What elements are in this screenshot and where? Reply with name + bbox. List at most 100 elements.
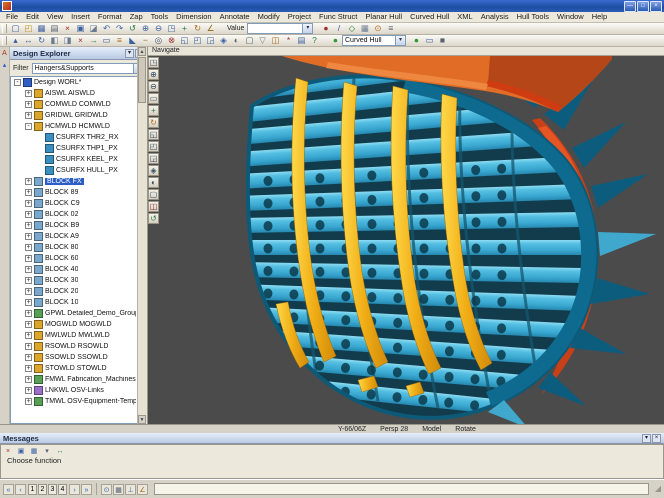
point-icon[interactable]: ● (319, 23, 332, 34)
properties-icon[interactable]: ▤ (295, 35, 308, 46)
tree-item[interactable]: -Design WORL* (11, 77, 146, 88)
chevron-down-icon[interactable]: ▾ (395, 36, 405, 45)
tree-expander[interactable]: + (25, 343, 32, 350)
tree-item[interactable]: +BLOCK A9 (11, 231, 146, 242)
tree-item[interactable]: +AISWL AISWLD (11, 88, 146, 99)
page-button-3[interactable]: 3 (48, 484, 57, 495)
tree-item[interactable]: +GPWL Detailed_Demo_Groups (11, 308, 146, 319)
tree-item[interactable]: +MWLWLD MWLWLD (11, 330, 146, 341)
tree-item[interactable]: +GRIDWL GRIDWLD (11, 110, 146, 121)
tree-item[interactable]: CSURFX KEEL_PX (11, 154, 146, 165)
chevron-down-icon[interactable]: ▾ (302, 24, 312, 33)
panel-menu-icon[interactable]: ▾ (125, 49, 134, 58)
help-tool-icon[interactable]: ? (308, 35, 321, 46)
curved-hull-combo[interactable]: Curved Hull ▾ (342, 35, 406, 46)
tree-item[interactable]: +BLOCK 89 (11, 187, 146, 198)
tree-expander[interactable]: + (25, 90, 32, 97)
side-view-icon[interactable]: ◲ (148, 153, 159, 164)
shade-mode-icon[interactable]: ◐ (148, 177, 159, 188)
close-icon[interactable]: × (652, 434, 661, 443)
panel-menu-icon[interactable]: ▾ (642, 434, 651, 443)
tree-item[interactable]: CSURFX THR2_RX (11, 132, 146, 143)
tree-item[interactable]: +BLOCK B9 (11, 220, 146, 231)
menu-format[interactable]: Format (94, 12, 126, 22)
tree-item[interactable]: +TMWL OSV-Equipment-Templates (11, 396, 146, 407)
hide-icon[interactable]: ▽ (256, 35, 269, 46)
shade-icon[interactable]: ◐ (230, 35, 243, 46)
tree-item[interactable]: +FMWL Fabrication_Machines (11, 374, 146, 385)
tree-expander[interactable]: + (25, 189, 32, 196)
menu-annotate[interactable]: Annotate (216, 12, 254, 22)
menu-xml[interactable]: XML (453, 12, 476, 22)
trim-icon[interactable]: × (74, 35, 87, 46)
undo-icon[interactable]: ↶ (100, 23, 113, 34)
top-view-icon[interactable]: ◰ (191, 35, 204, 46)
iso-view-icon[interactable]: ◈ (217, 35, 230, 46)
tree-expander[interactable]: + (25, 112, 32, 119)
line-icon[interactable]: / (332, 23, 345, 34)
redo-icon[interactable]: ↷ (113, 23, 126, 34)
scroll-up-icon[interactable]: ▲ (138, 47, 146, 56)
close-button[interactable]: × (650, 1, 662, 12)
tree-expander[interactable]: + (25, 233, 32, 240)
tree-item[interactable]: CSURFX THP1_PX (11, 143, 146, 154)
menu-hull-tools[interactable]: Hull Tools (513, 12, 553, 22)
front-view-icon[interactable]: ◱ (178, 35, 191, 46)
explorer-scrollbar[interactable]: ▲ ▼ (137, 47, 147, 424)
rotate-view-icon[interactable]: ↻ (191, 23, 204, 34)
tree-expander[interactable]: + (25, 365, 32, 372)
select-icon[interactable]: ▴ (9, 35, 22, 46)
tree-item[interactable]: +BLOCK 60 (11, 253, 146, 264)
tree-item[interactable]: +BLOCK 20 (11, 286, 146, 297)
wireframe-mode-icon[interactable]: ▢ (148, 189, 159, 200)
extend-icon[interactable]: → (87, 35, 100, 46)
edit-icon[interactable]: ▭ (423, 35, 436, 46)
tree-expander[interactable]: + (25, 288, 32, 295)
print-icon[interactable]: ▤ (48, 23, 61, 34)
move-icon[interactable]: ↔ (22, 35, 35, 46)
wireframe-icon[interactable]: ▢ (243, 35, 256, 46)
clip-icon[interactable]: ◫ (269, 35, 282, 46)
scroll-down-icon[interactable]: ▼ (138, 415, 146, 424)
menu-insert[interactable]: Insert (67, 12, 94, 22)
clear-icon[interactable]: × (3, 447, 13, 456)
tree-expander[interactable]: + (25, 354, 32, 361)
measure-icon[interactable]: ∠ (204, 23, 217, 34)
clip-view-icon[interactable]: ◫ (148, 201, 159, 212)
new-icon[interactable]: ▢ (9, 23, 22, 34)
wrap-icon[interactable]: ↔ (55, 447, 65, 456)
tree-item[interactable]: +BLOCK 10 (11, 297, 146, 308)
tree-expander[interactable]: + (25, 277, 32, 284)
zoom-fit-icon[interactable]: ◳ (148, 57, 159, 68)
front-view-icon[interactable]: ◱ (148, 129, 159, 140)
status-ok-icon[interactable]: ● (329, 35, 342, 46)
menu-modify[interactable]: Modify (254, 12, 284, 22)
viewport-3d-canvas[interactable] (148, 56, 664, 424)
menu-window[interactable]: Window (553, 12, 588, 22)
design-explorer-header[interactable]: Design Explorer ▾× (10, 47, 147, 60)
page-button-2[interactable]: 2 (38, 484, 47, 495)
iso-view-icon[interactable]: ◈ (148, 165, 159, 176)
menu-analysis[interactable]: Analysis (477, 12, 513, 22)
menu-help[interactable]: Help (588, 12, 611, 22)
zoom-window-icon[interactable]: ▭ (148, 93, 159, 104)
tree-expander[interactable]: + (25, 398, 32, 405)
tree-expander[interactable]: + (25, 332, 32, 339)
menu-dimension[interactable]: Dimension (172, 12, 215, 22)
plane-icon[interactable]: ◇ (345, 23, 358, 34)
rotate-icon[interactable]: ↻ (35, 35, 48, 46)
copy-icon[interactable]: ▣ (74, 23, 87, 34)
first-page-icon[interactable]: « (3, 484, 14, 495)
panel-icon[interactable]: ▭ (100, 35, 113, 46)
minimize-button[interactable]: — (624, 1, 636, 12)
cut-icon[interactable]: × (61, 23, 74, 34)
tree-item[interactable]: +BLOCK 80 (11, 242, 146, 253)
select-tool-icon[interactable]: ▴ (0, 61, 9, 70)
toolbar-grip[interactable] (2, 24, 7, 33)
tree-item[interactable]: +BLOCK C9 (11, 198, 146, 209)
track-mode-icon[interactable]: ∠ (137, 484, 148, 495)
copy-icon[interactable]: ▣ (16, 447, 26, 456)
open-icon[interactable]: ◰ (22, 23, 35, 34)
tree-item[interactable]: +BLOCK 02 (11, 209, 146, 220)
tree-expander[interactable]: + (25, 211, 32, 218)
